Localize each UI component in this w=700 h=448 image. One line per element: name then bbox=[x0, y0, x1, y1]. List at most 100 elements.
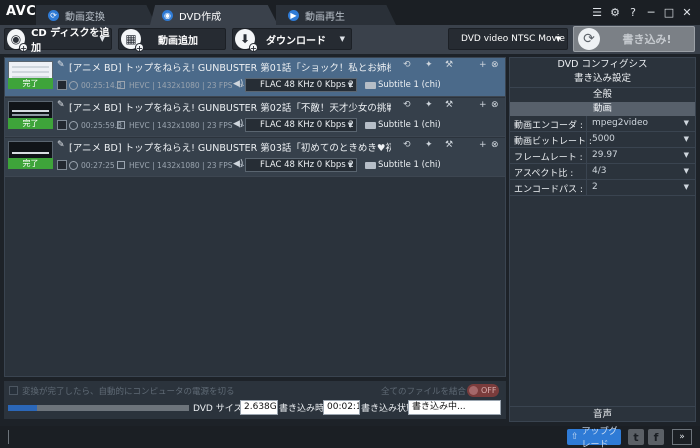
settings-section-general[interactable]: 全般 bbox=[510, 87, 695, 101]
file-row[interactable]: 完了 ✎ [アニメ BD] トップをねらえ! GUNBUSTER 第01話「ショ… bbox=[5, 58, 505, 97]
subtitle-select[interactable]: Subtitle 1 (chi) bbox=[377, 118, 457, 132]
convert-icon[interactable]: ⟲ bbox=[403, 100, 411, 110]
dvd-size-label: DVD サイズ: bbox=[193, 404, 246, 414]
maximize-button[interactable]: □ bbox=[660, 4, 678, 20]
disc-icon: ◉ bbox=[162, 9, 173, 21]
tab-label: 動画再生 bbox=[305, 11, 345, 23]
app-logo: AVC bbox=[6, 4, 37, 19]
subtitle-icon bbox=[365, 162, 376, 169]
codec-info: HEVC | 1432x1080 | 23 FPS > bbox=[113, 79, 245, 91]
chevron-down-icon[interactable]: ▼ bbox=[340, 35, 345, 43]
toolbar: ◉ + CD ディスクを追加 ▼ ▦ + 動画追加 ⬇ + ダウンロード ▼ DVD … bbox=[0, 25, 700, 54]
write-time-value: 00:02:12 bbox=[323, 400, 360, 415]
setting-value: mpeg2video bbox=[592, 118, 649, 128]
write-status-label: 書き込み状態 bbox=[361, 404, 416, 414]
effect-icon[interactable]: ✦ bbox=[425, 60, 433, 70]
list-icon[interactable]: ☰ bbox=[588, 4, 606, 20]
convert-icon[interactable]: ⟲ bbox=[403, 140, 411, 150]
setting-value: 5000 bbox=[592, 134, 615, 144]
file-title: [アニメ BD] トップをねらえ! GUNBUSTER 第03話「初めてのときめ… bbox=[69, 143, 391, 154]
twitter-icon[interactable]: t bbox=[628, 429, 644, 445]
edit-icon[interactable]: ✎ bbox=[57, 140, 65, 150]
dvd-size-value: 2.638Gb bbox=[240, 400, 278, 415]
settings-panel: DVD コンフィグシス 書き込み設定 全般 動画 動画エンコーダ : mpeg2… bbox=[509, 57, 696, 422]
tab-label: 動画変換 bbox=[65, 11, 105, 23]
add-video-label: 動画追加 bbox=[158, 35, 198, 47]
audio-value: FLAC 48 KHz 0 Kbps 2 CH (j... bbox=[260, 120, 356, 130]
settings-section-video[interactable]: 動画 bbox=[510, 102, 695, 116]
wand-icon[interactable]: ⚒ bbox=[445, 140, 453, 150]
tab-video-play[interactable]: ▶ 動画再生 bbox=[276, 5, 396, 25]
convert-icon[interactable]: ⟲ bbox=[403, 60, 411, 70]
help-icon[interactable]: ? bbox=[624, 4, 642, 20]
format-select[interactable]: DVD video NTSC Movie ▼ bbox=[448, 28, 568, 50]
chevron-down-icon: ▼ bbox=[347, 81, 353, 89]
row-checkbox[interactable] bbox=[57, 120, 67, 130]
film-icon bbox=[117, 81, 125, 89]
subtitle-select[interactable]: Subtitle 1 (chi) bbox=[377, 78, 457, 92]
film-icon bbox=[117, 121, 125, 129]
gear-icon[interactable]: ⚙ bbox=[606, 4, 624, 20]
chevron-down-icon: ▼ bbox=[683, 167, 689, 175]
remove-icon[interactable]: ⊗ bbox=[491, 100, 499, 110]
effect-icon[interactable]: ✦ bbox=[425, 100, 433, 110]
clock-icon bbox=[69, 80, 78, 90]
download-button[interactable]: ⬇ + ダウンロード ▼ bbox=[232, 28, 352, 53]
edit-icon[interactable]: ✎ bbox=[57, 100, 65, 110]
edit-icon[interactable]: ✎ bbox=[57, 60, 65, 70]
toggle-text: OFF bbox=[481, 386, 497, 395]
setting-value: 2 bbox=[592, 182, 598, 192]
row-checkbox[interactable] bbox=[57, 80, 67, 90]
subtitle-select[interactable]: Subtitle 1 (chi) bbox=[377, 158, 457, 172]
setting-encode-pass[interactable]: エンコードパス : 2 ▼ bbox=[510, 180, 695, 196]
settings-section-audio[interactable]: 音声 bbox=[510, 406, 695, 421]
add-icon[interactable]: + bbox=[479, 140, 487, 150]
file-row[interactable]: 完了 ✎ [アニメ BD] トップをねらえ! GUNBUSTER 第02話「不敵… bbox=[5, 98, 505, 137]
add-icon[interactable]: + bbox=[479, 60, 487, 70]
close-button[interactable]: ✕ bbox=[678, 4, 696, 20]
setting-video-encoder[interactable]: 動画エンコーダ : mpeg2video ▼ bbox=[510, 116, 695, 132]
subtitle-value: Subtitle 1 (chi) bbox=[378, 160, 441, 170]
shutdown-checkbox[interactable] bbox=[9, 386, 18, 395]
remove-icon[interactable]: ⊗ bbox=[491, 140, 499, 150]
status-text-area bbox=[8, 430, 558, 444]
status-badge: 完了 bbox=[8, 78, 53, 89]
merge-toggle[interactable]: OFF bbox=[467, 384, 499, 397]
burn-label: 書き込み! bbox=[622, 33, 672, 46]
codec-value: HEVC | 1432x1080 | 23 FPS bbox=[129, 80, 233, 90]
wand-icon[interactable]: ⚒ bbox=[445, 100, 453, 110]
file-row[interactable]: 完了 ✎ [アニメ BD] トップをねらえ! GUNBUSTER 第03話「初め… bbox=[5, 138, 505, 177]
facebook-icon[interactable]: f bbox=[648, 429, 664, 445]
remove-icon[interactable]: ⊗ bbox=[491, 60, 499, 70]
tab-dvd-create[interactable]: ◉ DVD作成 bbox=[150, 5, 278, 25]
settings-section-write[interactable]: 書き込み設定 bbox=[510, 72, 695, 86]
minimize-button[interactable]: ─ bbox=[642, 4, 660, 20]
progress-fill bbox=[8, 405, 37, 411]
burn-refresh-icon: ⟳ bbox=[578, 28, 600, 50]
tab-convert[interactable]: ⟳ 動画変換 bbox=[36, 5, 156, 25]
chevron-down-icon[interactable]: ▼ bbox=[100, 35, 105, 43]
more-button[interactable]: » bbox=[672, 429, 692, 445]
upgrade-button[interactable]: ⇧ アップグレード bbox=[567, 427, 621, 448]
audio-select[interactable]: FLAC 48 KHz 0 Kbps 2 CH (j...▼ bbox=[245, 118, 357, 132]
wand-icon[interactable]: ⚒ bbox=[445, 60, 453, 70]
duration: 00:27:25 bbox=[69, 159, 115, 171]
add-video-button[interactable]: ▦ + 動画追加 bbox=[118, 28, 226, 53]
file-list: 完了 ✎ [アニメ BD] トップをねらえ! GUNBUSTER 第01話「ショ… bbox=[4, 57, 506, 377]
subtitle-icon bbox=[365, 82, 376, 89]
add-cd-button[interactable]: ◉ + CD ディスクを追加 ▼ bbox=[4, 28, 112, 54]
setting-video-bitrate[interactable]: 動画ビットレート : 5000 ▼ bbox=[510, 132, 695, 148]
merge-label: 全てのファイルを結合 bbox=[381, 387, 467, 397]
audio-select[interactable]: FLAC 48 KHz 0 Kbps 2 CH (j...▼ bbox=[245, 158, 357, 172]
file-title: [アニメ BD] トップをねらえ! GUNBUSTER 第01話「ショック！私と… bbox=[69, 63, 391, 74]
download-label: ダウンロード bbox=[266, 35, 326, 47]
title-bar: AVC ⟳ 動画変換 ◉ DVD作成 ▶ 動画再生 ☰ ⚙ ? ─ □ ✕ bbox=[0, 0, 700, 25]
effect-icon[interactable]: ✦ bbox=[425, 140, 433, 150]
setting-aspect-ratio[interactable]: アスペクト比 : 4/3 ▼ bbox=[510, 164, 695, 180]
setting-frame-rate[interactable]: フレームレート : 29.97 ▼ bbox=[510, 148, 695, 164]
chevron-down-icon: ▼ bbox=[683, 151, 689, 159]
add-icon[interactable]: + bbox=[479, 100, 487, 110]
burn-button[interactable]: ⟳ 書き込み! bbox=[573, 26, 695, 52]
row-checkbox[interactable] bbox=[57, 160, 67, 170]
audio-select[interactable]: FLAC 48 KHz 0 Kbps 2 CH (j...▼ bbox=[245, 78, 357, 92]
